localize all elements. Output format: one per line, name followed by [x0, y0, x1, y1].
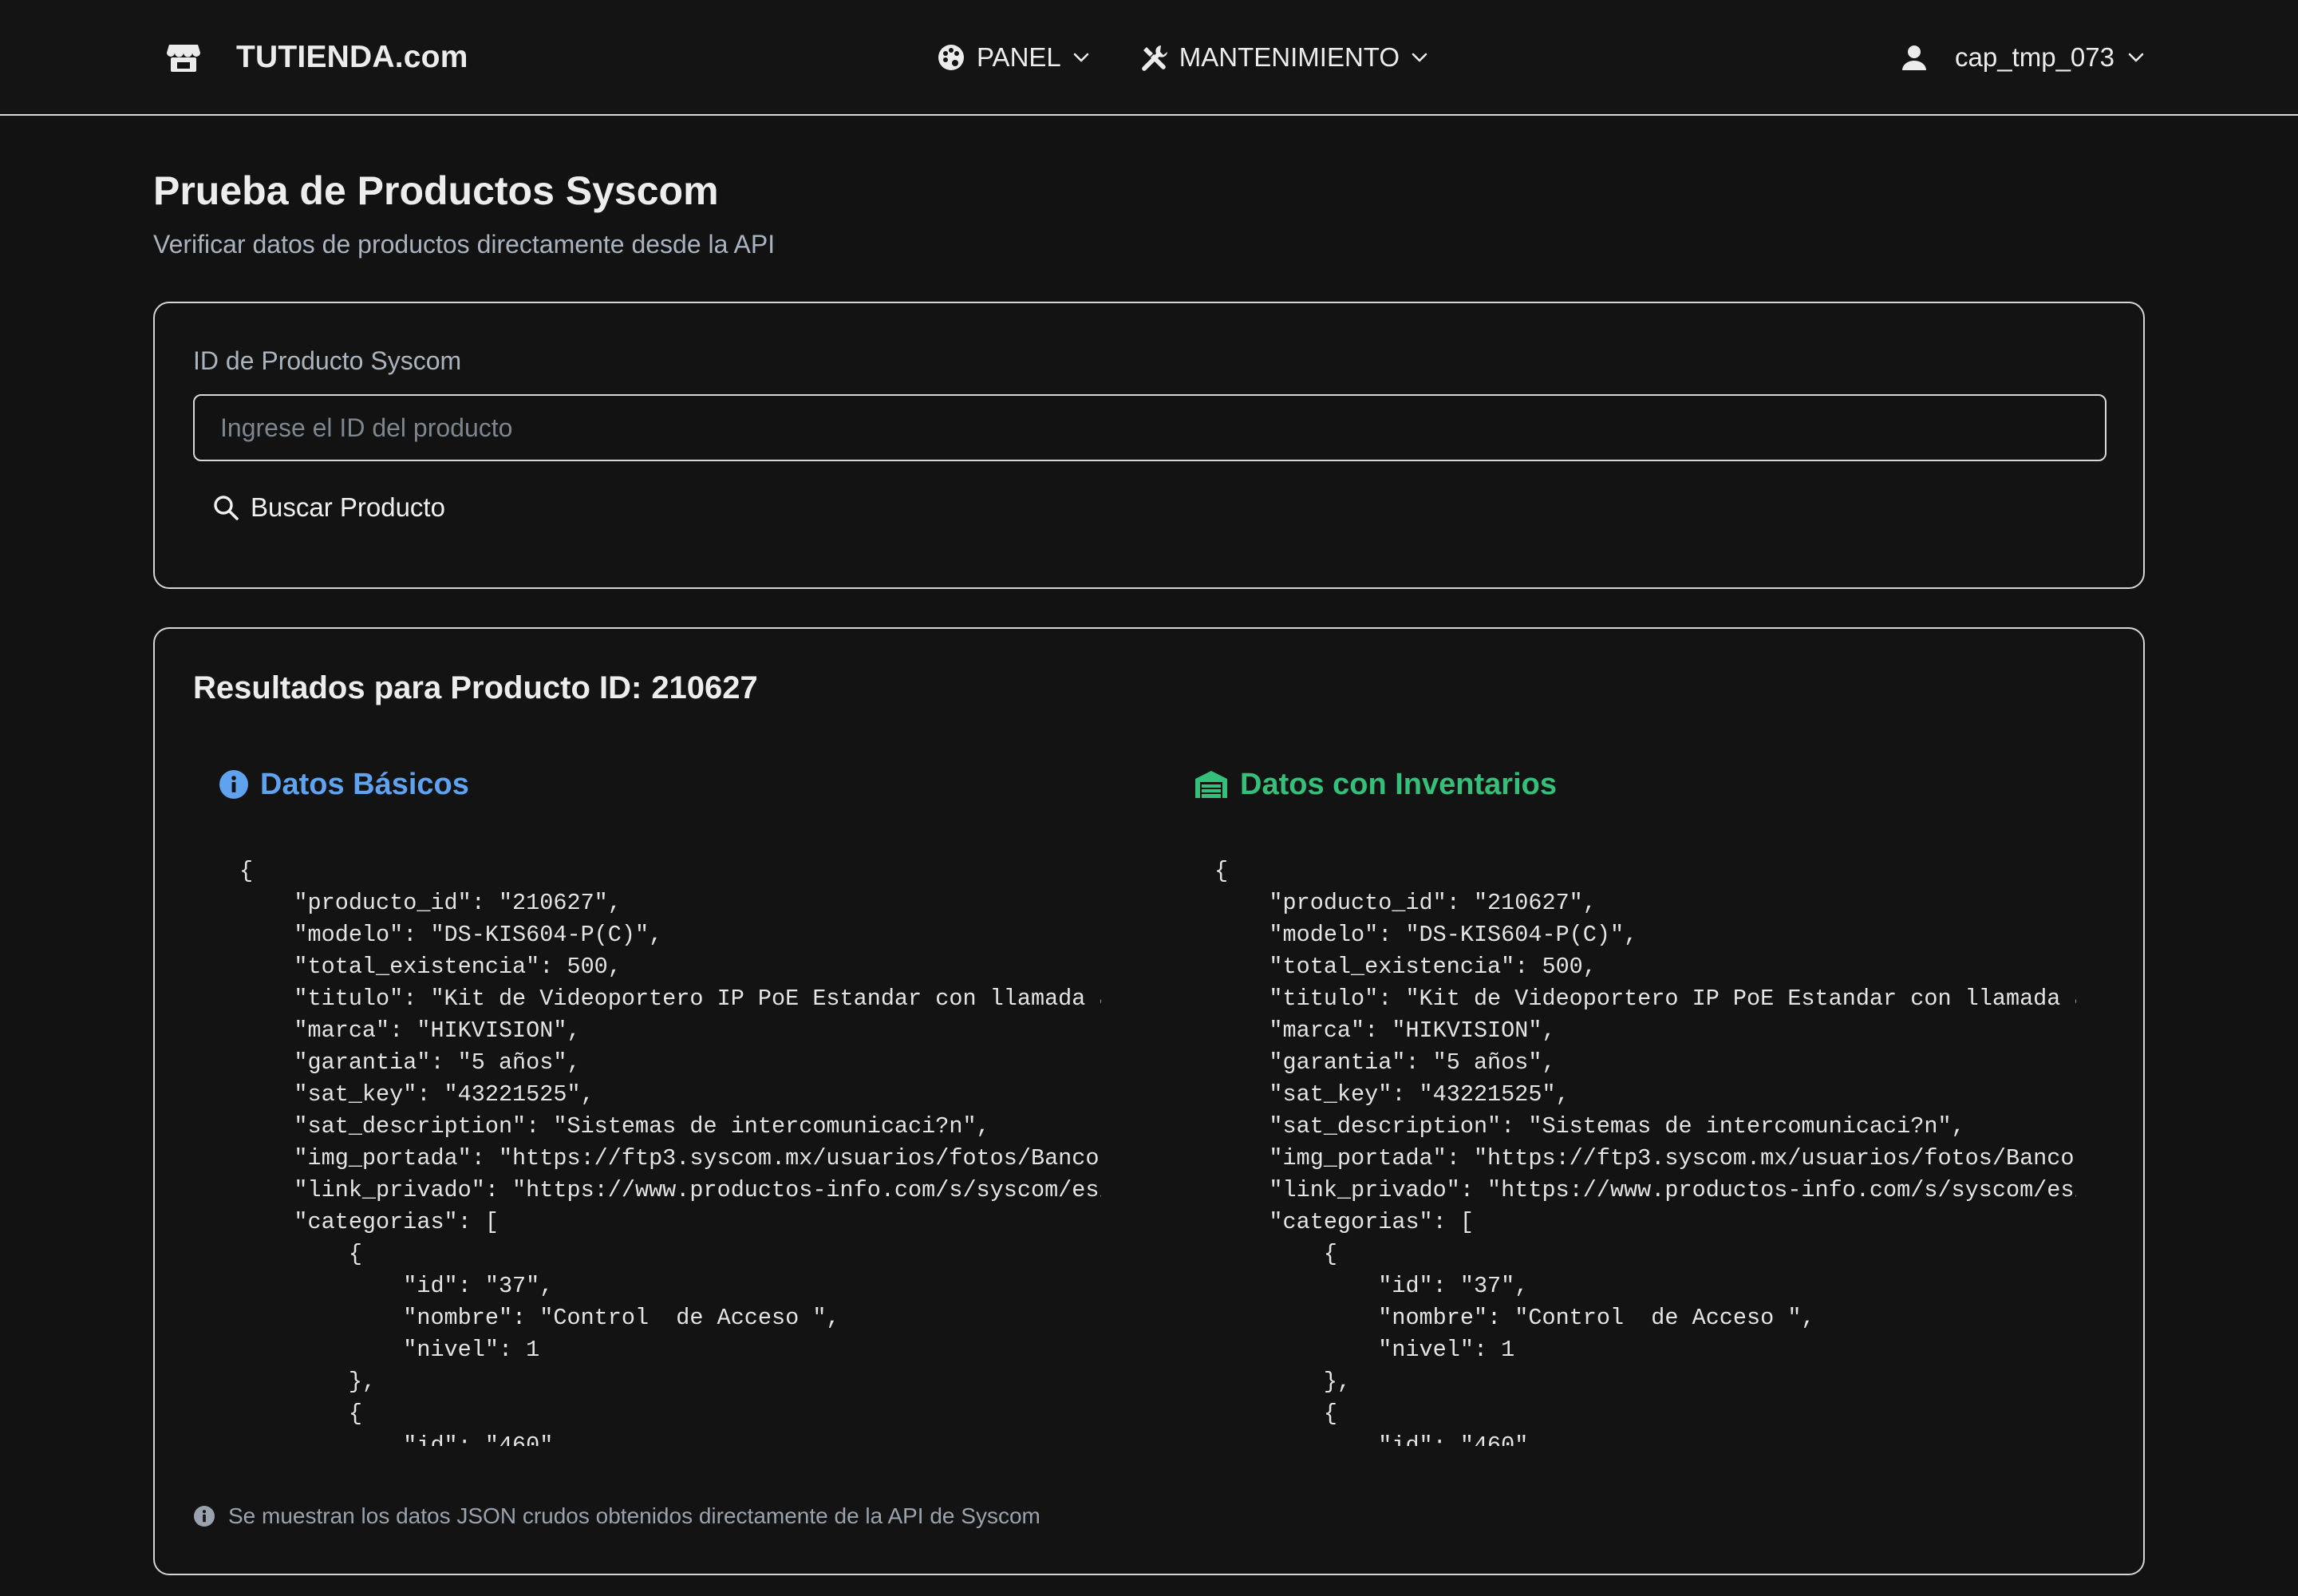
user-icon [1902, 45, 1926, 70]
inventory-data-title: Datos con Inventarios [1240, 767, 1557, 801]
results-card: Resultados para Producto ID: 210627 Datos… [153, 627, 2145, 1575]
basic-json-viewer[interactable]: { "producto_id": "210627", "modelo": "DS… [239, 855, 1101, 1446]
inventory-data-header: Datos con Inventarios [1194, 764, 2095, 804]
search-card: ID de Producto Syscom Buscar Producto [153, 302, 2145, 589]
search-button-label: Buscar Producto [251, 492, 445, 522]
user-name: cap_tmp_073 [1955, 42, 2114, 72]
chevron-down-icon [2128, 53, 2144, 62]
raw-data-note: Se muestran los datos JSON crudos obteni… [193, 1503, 1040, 1529]
product-id-input[interactable] [193, 394, 2106, 461]
tools-icon [1141, 45, 1167, 71]
page-subtitle: Verificar datos de productos directament… [153, 230, 776, 259]
nav-mantenimiento[interactable]: MANTENIMIENTO [1139, 42, 1428, 73]
nav-panel-label: PANEL [977, 42, 1061, 72]
warehouse-icon [1195, 771, 1227, 798]
nav-mantenimiento-label: MANTENIMIENTO [1179, 42, 1400, 72]
main-menu: PANEL MANTENIMIENTO [937, 37, 1428, 78]
nav-panel[interactable]: PANEL [937, 42, 1090, 73]
results-product-id: 210627 [651, 670, 758, 705]
basic-data-header: Datos Básicos [219, 764, 1120, 804]
search-product-button[interactable]: Buscar Producto [212, 485, 445, 530]
results-title: Resultados para Producto ID: 210627 [193, 670, 758, 706]
info-circle-icon [219, 770, 248, 799]
chevron-down-icon [1073, 53, 1089, 62]
results-title-prefix: Resultados para Producto ID: [193, 670, 642, 705]
basic-data-panel: Datos Básicos { "producto_id": "210627",… [219, 764, 1120, 1446]
brand-name: TUTIENDA.com [236, 40, 468, 74]
inventory-data-panel: Datos con Inventarios { "producto_id": "… [1194, 764, 2095, 1446]
product-id-label: ID de Producto Syscom [193, 346, 462, 375]
page-title: Prueba de Productos Syscom [153, 168, 719, 213]
chevron-down-icon [1412, 53, 1427, 62]
search-icon [214, 496, 239, 520]
basic-data-title: Datos Básicos [260, 767, 469, 801]
info-circle-icon [194, 1506, 215, 1527]
brand[interactable]: TUTIENDA.com [166, 37, 468, 78]
inventory-json-viewer[interactable]: { "producto_id": "210627", "modelo": "DS… [1214, 855, 2076, 1446]
user-menu[interactable]: cap_tmp_073 [1901, 37, 2145, 78]
raw-data-note-text: Se muestran los datos JSON crudos obteni… [228, 1503, 1040, 1528]
store-icon [167, 45, 200, 72]
navbar: TUTIENDA.com PANEL MANTENIMIENTO cap_tmp… [0, 0, 2298, 116]
palette-icon [938, 45, 964, 70]
